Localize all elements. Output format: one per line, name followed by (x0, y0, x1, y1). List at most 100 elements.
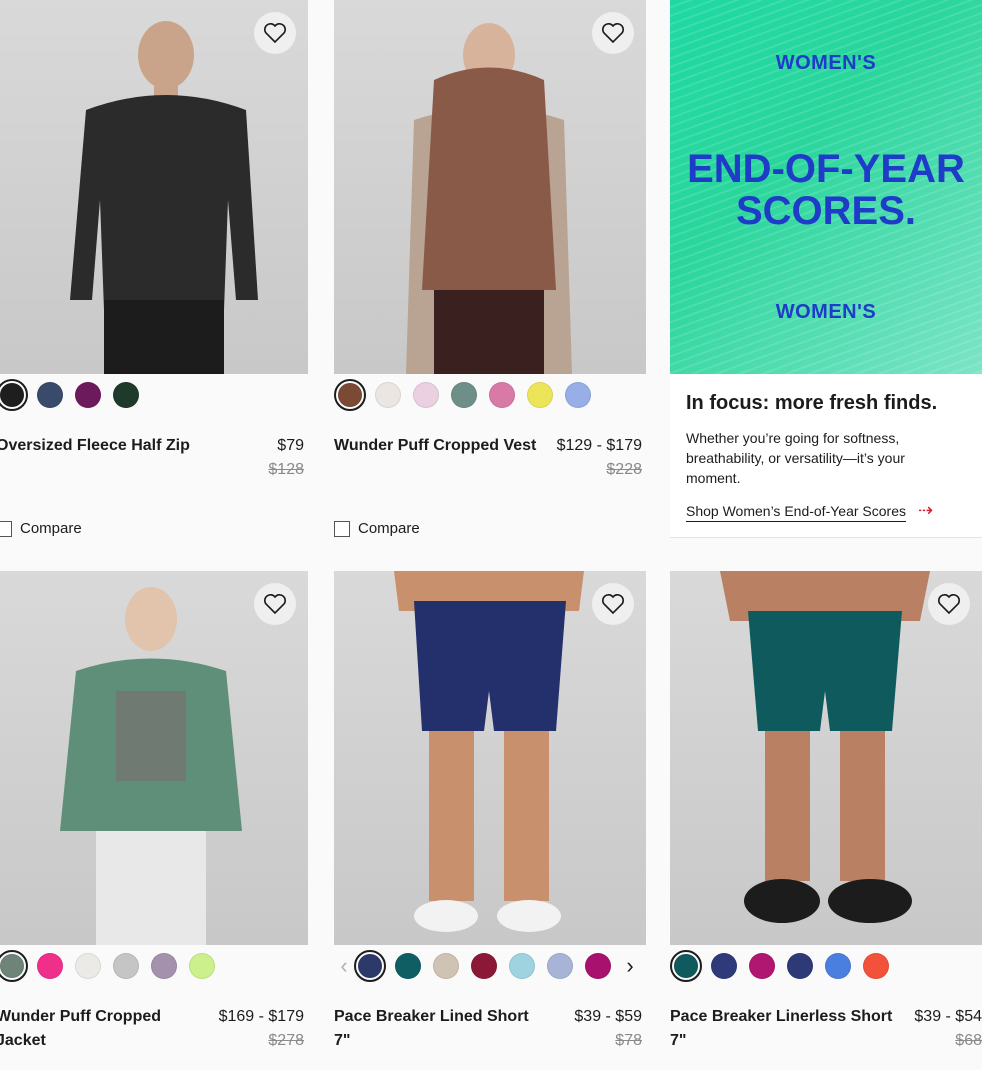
color-swatch[interactable] (430, 950, 462, 982)
color-swatch[interactable] (448, 379, 480, 411)
swatch-color (451, 382, 477, 408)
swatch-color (189, 953, 215, 979)
swatch-color (338, 383, 362, 407)
color-swatch[interactable] (562, 379, 594, 411)
compare-checkbox[interactable]: Compare (334, 520, 420, 537)
color-swatches (670, 950, 898, 982)
arrow-right-icon[interactable]: ⇢ (918, 500, 933, 521)
favorite-button[interactable] (254, 583, 296, 625)
swatch-color (0, 954, 24, 978)
color-swatch[interactable] (524, 379, 556, 411)
promo-banner[interactable]: WOMEN'S END-OF-YEAR SCORES. WOMEN'S (670, 0, 982, 374)
promo-headline: END-OF-YEAR SCORES. (670, 148, 982, 232)
color-swatch[interactable] (110, 950, 142, 982)
color-swatch[interactable] (486, 379, 518, 411)
heart-outline-icon (264, 594, 286, 615)
favorite-button[interactable] (592, 12, 634, 54)
swatch-color (825, 953, 851, 979)
original-price: $278 (268, 1032, 304, 1049)
chevron-left-icon[interactable]: ‹ (334, 953, 354, 979)
color-swatch[interactable] (334, 379, 366, 411)
swatch-color (433, 953, 459, 979)
sale-price: $39 - $54 (914, 1008, 982, 1025)
swatch-color (113, 953, 139, 979)
swatch-color (413, 382, 439, 408)
heart-outline-icon (264, 23, 286, 44)
product-price: $39 - $59 $78 (574, 1005, 642, 1053)
favorite-button[interactable] (254, 12, 296, 54)
color-swatch[interactable] (186, 950, 218, 982)
swatch-color (151, 953, 177, 979)
product-image[interactable] (334, 0, 646, 374)
color-swatch[interactable] (372, 379, 404, 411)
product-title[interactable]: Oversized Fleece Half Zip (0, 434, 206, 458)
color-swatches (0, 379, 148, 411)
color-swatch[interactable] (72, 950, 104, 982)
color-swatch[interactable] (392, 950, 424, 982)
color-swatch[interactable] (34, 950, 66, 982)
promo-body: Whether you’re going for softness, breat… (686, 430, 905, 486)
swatch-color (585, 953, 611, 979)
heart-outline-icon (602, 594, 624, 615)
color-swatch[interactable] (582, 950, 614, 982)
color-swatch[interactable] (746, 950, 778, 982)
favorite-button[interactable] (928, 583, 970, 625)
compare-checkbox[interactable]: Compare (0, 520, 82, 537)
original-price: $228 (606, 461, 642, 478)
color-swatch[interactable] (506, 950, 538, 982)
color-swatch[interactable] (354, 950, 386, 982)
swatch-color (547, 953, 573, 979)
promo-tile[interactable]: WOMEN'S END-OF-YEAR SCORES. WOMEN'S In f… (670, 0, 982, 538)
swatch-color (358, 954, 382, 978)
swatch-color (75, 382, 101, 408)
product-price: $129 - $179 $228 (557, 434, 642, 482)
color-swatch[interactable] (544, 950, 576, 982)
heart-outline-icon (938, 594, 960, 615)
swatch-color (0, 383, 24, 407)
product-title[interactable]: Wunder Puff Cropped Vest (334, 434, 544, 458)
product-title[interactable]: Pace Breaker Linerless Short 7" (670, 1005, 895, 1053)
product-price: $169 - $179 $278 (219, 1005, 304, 1053)
color-swatches (0, 950, 224, 982)
promo-eyebrow-bottom: WOMEN'S (775, 301, 877, 323)
swatch-color (711, 953, 737, 979)
favorite-button[interactable] (592, 583, 634, 625)
color-swatch[interactable] (34, 379, 66, 411)
product-title[interactable]: Pace Breaker Lined Short 7" (334, 1005, 544, 1053)
promo-headline-line-1: END-OF-YEAR (687, 147, 965, 191)
color-swatch[interactable] (110, 379, 142, 411)
compare-label: Compare (358, 520, 420, 537)
color-swatch[interactable] (0, 379, 28, 411)
product-image[interactable] (0, 0, 308, 374)
color-swatch[interactable] (148, 950, 180, 982)
product-price: $39 - $54 $68 (914, 1005, 982, 1053)
swatch-color (509, 953, 535, 979)
promo-eyebrow-top: WOMEN'S (775, 52, 877, 74)
color-swatch[interactable] (468, 950, 500, 982)
swatch-color (375, 382, 401, 408)
color-swatch[interactable] (670, 950, 702, 982)
swatch-color (749, 953, 775, 979)
color-swatch[interactable] (72, 379, 104, 411)
checkbox-box[interactable] (0, 520, 12, 537)
promo-link[interactable]: Shop Women’s End-of-Year Scores (686, 503, 906, 522)
swatch-color (787, 953, 813, 979)
color-swatch[interactable] (860, 950, 892, 982)
product-image[interactable] (0, 571, 308, 945)
sale-price: $79 (277, 437, 304, 454)
swatch-color (863, 953, 889, 979)
original-price: $128 (268, 461, 304, 478)
original-price: $78 (615, 1032, 642, 1049)
color-swatch[interactable] (822, 950, 854, 982)
swatch-color (674, 954, 698, 978)
checkbox-box[interactable] (334, 520, 350, 537)
product-image[interactable] (670, 571, 982, 945)
swatch-color (489, 382, 515, 408)
color-swatch[interactable] (410, 379, 442, 411)
chevron-right-icon[interactable]: › (620, 953, 640, 979)
color-swatch[interactable] (0, 950, 28, 982)
color-swatch[interactable] (784, 950, 816, 982)
product-image[interactable] (334, 571, 646, 945)
product-title[interactable]: Wunder Puff Cropped Jacket (0, 1005, 186, 1053)
color-swatch[interactable] (708, 950, 740, 982)
